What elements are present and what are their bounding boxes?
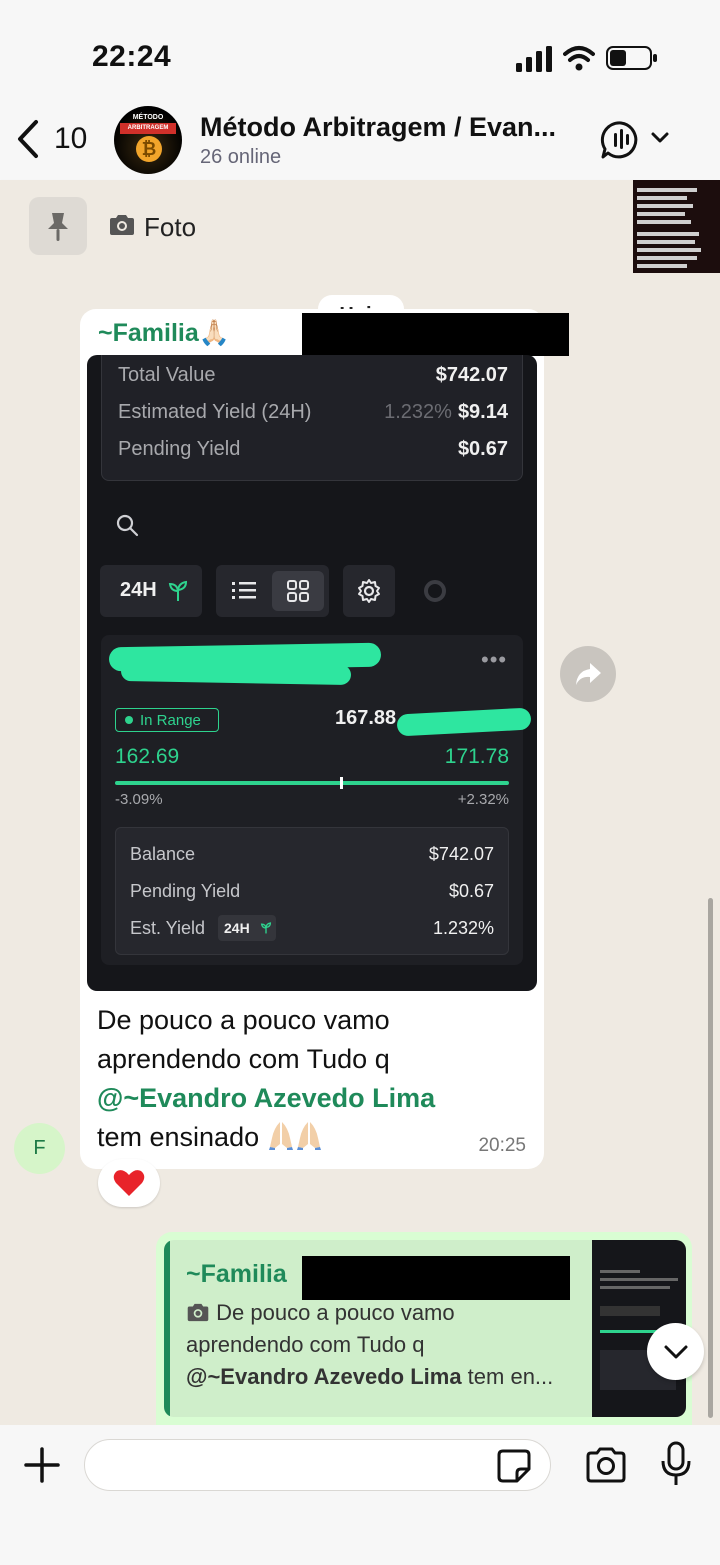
- view-toggle: [216, 565, 329, 617]
- range-high: 171.78: [444, 745, 509, 768]
- chevron-down-icon: [664, 1345, 688, 1359]
- battery-icon: [606, 46, 657, 70]
- sticker-icon[interactable]: [497, 1449, 531, 1483]
- search-icon: [116, 514, 139, 537]
- gear-icon: [358, 579, 380, 603]
- sprout-icon: [168, 580, 188, 601]
- grid-view-selected: [272, 571, 324, 611]
- message-list[interactable]: Hoje ~Familia🙏🏻 Total Value $742.07 Esti…: [0, 273, 720, 1425]
- quoted-message[interactable]: ~Familia De pouco a pouco vamo aprendend…: [164, 1240, 686, 1417]
- pin-icon: [48, 213, 68, 241]
- message-text: De pouco a pouco vamo aprendendo com Tud…: [97, 1001, 537, 1157]
- plus-icon[interactable]: [24, 1447, 60, 1483]
- redaction-scribble: [396, 707, 532, 737]
- pinned-label: Foto: [144, 212, 197, 242]
- forward-button[interactable]: [560, 646, 616, 702]
- redaction-scribble: [120, 660, 352, 686]
- status-bar: 22:24: [0, 0, 720, 100]
- current-price: 167.88: [335, 707, 397, 729]
- pinned-thumbnail[interactable]: [633, 180, 720, 273]
- attached-image[interactable]: Total Value $742.07 Estimated Yield (24H…: [87, 355, 537, 991]
- range-bar: [115, 781, 509, 785]
- list-icon: [232, 582, 256, 599]
- grid-icon: [287, 580, 309, 602]
- quoted-sender: ~Familia: [186, 1260, 287, 1288]
- unread-count[interactable]: 10: [54, 122, 87, 156]
- group-avatar[interactable]: MÉTODO ARBITRAGEM ₿: [114, 106, 182, 174]
- settings-chip: [343, 565, 395, 617]
- clock: 22:24: [92, 40, 172, 73]
- position-stats: Balance $742.07 Pending Yield $0.67 Est.…: [115, 827, 509, 955]
- redaction-box: [302, 313, 569, 356]
- back-chevron-icon[interactable]: [14, 118, 44, 160]
- microphone-icon[interactable]: [660, 1441, 692, 1487]
- mention-link[interactable]: @~Evandro Azevedo Lima: [97, 1079, 537, 1118]
- voice-chat-icon[interactable]: [600, 120, 642, 160]
- message-input[interactable]: [84, 1439, 551, 1491]
- more-options-icon: •••: [481, 647, 508, 672]
- loading-ring-icon: [424, 580, 446, 602]
- chat-header: 10 MÉTODO ARBITRAGEM ₿ Método Arbitragem…: [0, 100, 720, 180]
- camera-icon: [187, 1303, 209, 1322]
- pinned-message-bar[interactable]: Foto: [0, 180, 720, 273]
- praying-hands-icon: [268, 1122, 293, 1150]
- composer-bar: [0, 1425, 720, 1565]
- online-count: 26 online: [200, 146, 282, 168]
- outgoing-message[interactable]: ~Familia De pouco a pouco vamo aprendend…: [156, 1232, 692, 1425]
- camera-icon[interactable]: [584, 1447, 628, 1483]
- range-low-pct: -3.09%: [115, 791, 163, 808]
- scroll-to-bottom-button[interactable]: [647, 1323, 704, 1380]
- pin-button[interactable]: [29, 197, 87, 255]
- praying-hands-icon: [296, 1122, 321, 1150]
- redaction-box: [302, 1256, 570, 1300]
- bitcoin-icon: ₿: [136, 136, 162, 162]
- range-high-pct: +2.32%: [457, 791, 509, 808]
- chat-title[interactable]: Método Arbitragem / Evan...: [200, 112, 556, 143]
- wifi-icon: [563, 46, 595, 71]
- status-badge: In Range: [115, 708, 219, 732]
- summary-card: Total Value $742.07 Estimated Yield (24H…: [101, 355, 523, 481]
- forward-arrow-icon: [576, 663, 601, 685]
- reaction-badge[interactable]: [98, 1159, 160, 1207]
- message-sender[interactable]: ~Familia🙏🏻: [98, 319, 230, 348]
- incoming-message[interactable]: ~Familia🙏🏻 Total Value $742.07 Estimated…: [80, 309, 569, 1169]
- sprout-icon: [260, 922, 272, 934]
- position-card: ••• In Range 167.88 162.69 171.78 -3.09%…: [101, 635, 532, 965]
- current-price-marker: [339, 777, 343, 789]
- chevron-down-icon[interactable]: [650, 130, 670, 146]
- sender-avatar[interactable]: F: [14, 1123, 65, 1174]
- message-timestamp: 20:25: [478, 1135, 526, 1156]
- range-low: 162.69: [115, 745, 180, 768]
- scrollbar[interactable]: [708, 898, 713, 1418]
- timeframe-mini-chip: 24H: [218, 915, 276, 941]
- heart-icon: [113, 1170, 145, 1196]
- cellular-signal-icon: [516, 46, 552, 72]
- timeframe-chip: 24H: [100, 565, 202, 617]
- camera-icon: [110, 215, 134, 235]
